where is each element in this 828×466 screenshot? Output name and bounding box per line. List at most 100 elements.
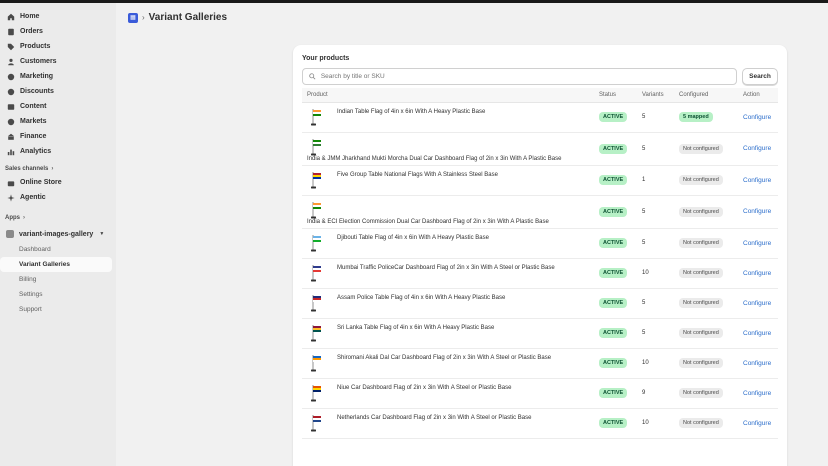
sidebar-item-analytics[interactable]: Analytics [0,144,116,159]
action-cell: Configure [738,258,778,289]
sidebar-item-products[interactable]: Products [0,39,116,54]
configure-link[interactable]: Configure [743,390,771,397]
sidebar-item-markets[interactable]: Markets [0,114,116,129]
main-nav: Home Orders Products Customers Marketing Disc… [0,9,116,159]
status-badge: ACTIVE [599,206,628,217]
search-row: Search [302,68,778,85]
app-icon [6,230,14,238]
product-name[interactable]: India & ECI Election Commission Dual Car… [307,218,594,228]
sidebar-item-discounts[interactable]: Discounts [0,84,116,99]
app-subnav-billing[interactable]: Billing [0,272,116,287]
variants-cell: 5 [637,318,674,349]
product-cell: Niue Car Dashboard Flag of 2in x 3in Wit… [302,378,594,409]
configured-cell: Not configured [674,258,738,289]
search-input[interactable] [320,73,736,80]
table-row[interactable]: Sri Lanka Table Flag of 4in x 6in With A… [302,318,778,349]
configured-badge: Not configured [679,298,723,308]
configured-cell: Not configured [674,165,738,196]
product-thumbnail [307,293,327,313]
sidebar-item-label: Orders [20,28,43,35]
product-name[interactable]: Five Group Table National Flags With A S… [337,166,498,179]
status-cell: ACTIVE [594,228,637,259]
app-subnav-dashboard[interactable]: Dashboard [0,242,116,257]
product-name[interactable]: Niue Car Dashboard Flag of 2in x 3in Wit… [337,379,511,392]
product-name[interactable]: India & JMM Jharkhand Mukti Morcha Dual … [307,155,594,165]
home-icon [6,12,15,21]
configure-link[interactable]: Configure [743,420,771,427]
status-cell: ACTIVE [594,378,637,409]
table-row[interactable]: Djibouti Table Flag of 4in x 6in With A … [302,228,778,259]
product-name[interactable]: Indian Table Flag of 4in x 6in With A He… [337,103,485,116]
status-cell: ACTIVE [594,318,637,349]
configure-link[interactable]: Configure [743,330,771,337]
product-name[interactable]: Netherlands Car Dashboard Flag of 2in x … [337,409,531,422]
table-row[interactable]: Assam Police Table Flag of 4in x 6in Wit… [302,288,778,319]
sidebar-item-label: Finance [20,133,47,140]
table-row[interactable]: Indian Table Flag of 4in x 6in With A He… [302,102,778,133]
sidebar-item-agentic[interactable]: Agentic [0,190,116,205]
configure-link[interactable]: Configure [743,360,771,367]
sidebar-item-online-store[interactable]: Online Store [0,175,116,190]
app-subnav-support[interactable]: Support [0,302,116,317]
apps-label[interactable]: Apps › [0,211,116,224]
product-thumbnail [307,353,327,373]
table-row[interactable]: Netherlands Car Dashboard Flag of 2in x … [302,408,778,439]
bank-icon [6,132,15,141]
table-row[interactable]: Niue Car Dashboard Flag of 2in x 3in Wit… [302,378,778,409]
sidebar-item-label: Analytics [20,148,52,155]
app-subnav: Dashboard Variant Galleries Billing Setting… [0,242,116,317]
variants-cell: 9 [637,378,674,409]
configure-link[interactable]: Configure [743,145,771,152]
product-cell: Netherlands Car Dashboard Flag of 2in x … [302,408,594,439]
table-body: Indian Table Flag of 4in x 6in With A He… [302,102,778,439]
table-row[interactable]: Five Group Table National Flags With A S… [302,165,778,196]
product-name[interactable]: Assam Police Table Flag of 4in x 6in Wit… [337,289,505,302]
product-name[interactable]: Mumbai Traffic PoliceCar Dashboard Flag … [337,259,555,272]
configure-link[interactable]: Configure [743,270,771,277]
status-cell: ACTIVE [594,132,637,166]
sidebar-item-customers[interactable]: Customers [0,54,116,69]
configure-link[interactable]: Configure [743,240,771,247]
product-name[interactable]: Djibouti Table Flag of 4in x 6in With A … [337,229,489,242]
action-cell: Configure [738,165,778,196]
table-row[interactable]: India & JMM Jharkhand Mukti Morcha Dual … [302,132,778,166]
sidebar-item-home[interactable]: Home [0,9,116,24]
configured-badge: 5 mapped [679,112,713,122]
configure-link[interactable]: Configure [743,208,771,215]
status-cell: ACTIVE [594,288,637,319]
product-thumbnail [307,323,327,343]
action-cell: Configure [738,288,778,319]
product-name[interactable]: Sri Lanka Table Flag of 4in x 6in With A… [337,319,494,332]
column-header-configured: Configured [674,88,738,103]
app-subnav-variant-galleries[interactable]: Variant Galleries [0,257,112,272]
sidebar-item-label: Customers [20,58,57,65]
orders-icon [6,27,15,36]
product-name[interactable]: Shiromani Akali Dal Car Dashboard Flag o… [337,349,551,362]
search-box[interactable] [302,68,737,85]
sidebar-item-finance[interactable]: Finance [0,129,116,144]
sidebar-item-marketing[interactable]: Marketing [0,69,116,84]
variants-cell: 5 [637,195,674,229]
sidebar-item-label: Agentic [20,194,46,201]
breadcrumb-separator: › [142,13,145,22]
app-subnav-settings[interactable]: Settings [0,287,116,302]
sidebar-item-orders[interactable]: Orders [0,24,116,39]
sidebar-item-label: Products [20,43,51,50]
sales-channels-label[interactable]: Sales channels › [0,162,116,175]
configured-cell: Not configured [674,132,738,166]
configure-link[interactable]: Configure [743,114,771,121]
variants-cell: 5 [637,132,674,166]
table-row[interactable]: Shiromani Akali Dal Car Dashboard Flag o… [302,348,778,379]
status-badge: ACTIVE [599,143,628,154]
configure-link[interactable]: Configure [743,177,771,184]
table-row[interactable]: India & ECI Election Commission Dual Car… [302,195,778,229]
action-cell: Configure [738,408,778,439]
configure-link[interactable]: Configure [743,300,771,307]
sidebar-item-content[interactable]: Content [0,99,116,114]
admin-app: Home Orders Products Customers Marketing Disc… [0,3,828,466]
app-variant-images-gallery[interactable]: variant-images-gallery ▼ [0,226,116,242]
configured-cell: Not configured [674,318,738,349]
table-row[interactable]: Mumbai Traffic PoliceCar Dashboard Flag … [302,258,778,289]
configured-cell: 5 mapped [674,102,738,133]
search-button[interactable]: Search [742,68,778,85]
